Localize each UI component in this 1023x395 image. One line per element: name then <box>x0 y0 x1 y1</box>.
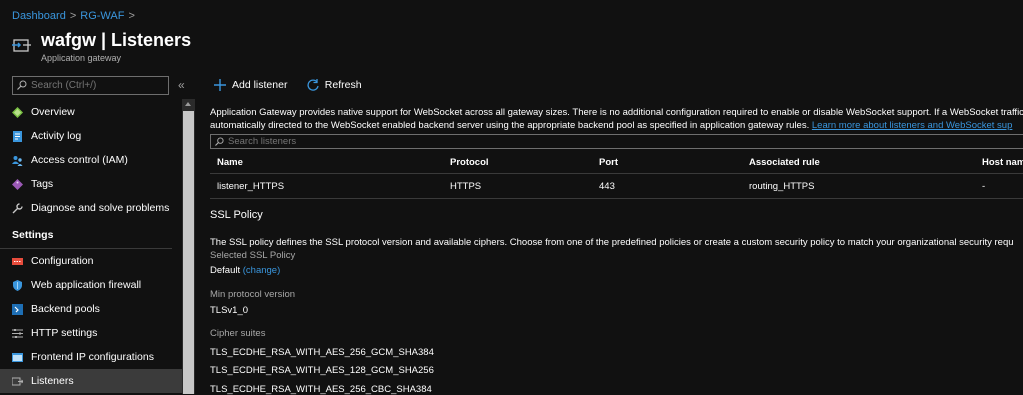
refresh-label: Refresh <box>324 79 362 91</box>
sidebar-scrollbar[interactable] <box>182 99 195 394</box>
sidebar-item-label: Frontend IP configurations <box>31 351 154 363</box>
settings-header: Settings <box>0 220 172 249</box>
backend-pools-icon <box>12 304 23 315</box>
iam-icon <box>12 156 23 166</box>
overview-icon <box>12 107 23 118</box>
cipher-suites-label: Cipher suites <box>210 328 266 339</box>
cell-host-name: - <box>975 173 1023 199</box>
scroll-thumb[interactable] <box>183 111 194 394</box>
sidebar-item-label: Diagnose and solve problems <box>31 202 170 214</box>
sidebar: « Overview Activity log Access control (… <box>0 73 196 394</box>
websocket-info-line-1: Application Gateway provides native supp… <box>210 107 1023 118</box>
page-title: wafgw | Listeners <box>41 30 192 50</box>
breadcrumb-dashboard[interactable]: Dashboard <box>12 10 66 22</box>
application-gateway-icon <box>12 39 31 52</box>
sidebar-item-label: Tags <box>31 178 54 190</box>
sidebar-item-label: Overview <box>31 106 75 118</box>
sidebar-item-waf[interactable]: Web application firewall <box>0 273 182 297</box>
sidebar-item-http-settings[interactable]: HTTP settings <box>0 321 182 345</box>
sidebar-item-label: Web application firewall <box>31 279 142 291</box>
breadcrumb: Dashboard > RG-WAF > <box>12 10 139 22</box>
sidebar-search[interactable] <box>12 76 169 95</box>
column-header-protocol[interactable]: Protocol <box>443 151 592 174</box>
breadcrumb-separator: > <box>128 10 135 22</box>
page-subtitle: Application gateway <box>41 53 122 63</box>
column-header-port[interactable]: Port <box>592 151 742 174</box>
selected-ssl-policy-value: Default (change) <box>210 265 280 276</box>
activity-log-icon <box>13 131 22 142</box>
sidebar-item-diagnose[interactable]: Diagnose and solve problems <box>0 196 182 220</box>
tag-icon <box>12 179 23 190</box>
sidebar-item-access-control[interactable]: Access control (IAM) <box>0 148 182 172</box>
min-protocol-label: Min protocol version <box>210 289 296 300</box>
refresh-button[interactable]: Refresh <box>303 77 362 93</box>
add-listener-label: Add listener <box>232 79 288 91</box>
table-header-row: Name Protocol Port Associated rule Host … <box>210 151 1023 174</box>
cipher-suite-item: TLS_ECDHE_RSA_WITH_AES_256_CBC_SHA384 <box>210 384 432 395</box>
sidebar-item-tags[interactable]: Tags <box>0 172 182 196</box>
sidebar-item-label: Access control (IAM) <box>31 154 128 166</box>
wrench-icon <box>12 203 23 214</box>
settings-list-icon <box>12 329 23 338</box>
sidebar-item-label: Listeners <box>31 375 74 387</box>
sidebar-item-frontend-ip[interactable]: Frontend IP configurations <box>0 345 182 369</box>
search-listeners[interactable] <box>210 134 1023 149</box>
plus-icon <box>214 79 226 91</box>
change-ssl-policy-link[interactable]: (change) <box>243 265 281 276</box>
cell-associated-rule: routing_HTTPS <box>742 173 975 199</box>
cell-protocol: HTTPS <box>443 173 592 199</box>
collapse-sidebar-icon[interactable]: « <box>178 78 185 92</box>
breadcrumb-rg-waf[interactable]: RG-WAF <box>80 10 124 22</box>
column-header-associated-rule[interactable]: Associated rule <box>742 151 975 174</box>
main-content: Add listener Refresh Application Gateway… <box>210 73 1023 395</box>
cell-port: 443 <box>592 173 742 199</box>
websocket-info-text: automatically directed to the WebSocket … <box>210 120 810 131</box>
shield-icon <box>13 280 22 291</box>
table-row[interactable]: listener_HTTPS HTTPS 443 routing_HTTPS - <box>210 173 1023 199</box>
sidebar-item-activity-log[interactable]: Activity log <box>0 124 182 148</box>
selected-ssl-policy-label: Selected SSL Policy <box>210 250 296 261</box>
listeners-icon <box>12 377 23 386</box>
sidebar-item-label: Activity log <box>31 130 82 142</box>
column-header-host-name[interactable]: Host nam <box>975 151 1023 174</box>
search-listeners-input[interactable] <box>228 135 528 147</box>
sidebar-nav: Overview Activity log Access control (IA… <box>0 100 182 393</box>
search-icon <box>215 137 224 146</box>
sidebar-item-label: Configuration <box>31 255 94 267</box>
learn-more-link[interactable]: Learn more about listeners and WebSocket… <box>812 120 1013 131</box>
sidebar-item-label: Backend pools <box>31 303 100 315</box>
ssl-policy-name: Default <box>210 265 241 276</box>
toolbar: Add listener Refresh <box>210 77 374 95</box>
ssl-policy-title: SSL Policy <box>210 209 263 221</box>
sidebar-item-label: HTTP settings <box>31 327 98 339</box>
frontend-ip-icon <box>12 353 23 362</box>
cipher-suite-item: TLS_ECDHE_RSA_WITH_AES_128_GCM_SHA256 <box>210 365 434 376</box>
sidebar-item-overview[interactable]: Overview <box>0 100 182 124</box>
sidebar-item-listeners[interactable]: Listeners <box>0 369 182 393</box>
ssl-policy-description: The SSL policy defines the SSL protocol … <box>210 237 1014 248</box>
sidebar-item-configuration[interactable]: Configuration <box>0 249 182 273</box>
websocket-info-line-2: automatically directed to the WebSocket … <box>210 119 1023 132</box>
cipher-suite-item: TLS_ECDHE_RSA_WITH_AES_256_GCM_SHA384 <box>210 347 434 358</box>
configuration-icon <box>12 258 23 265</box>
listeners-table: Name Protocol Port Associated rule Host … <box>210 151 1023 199</box>
refresh-icon <box>307 79 319 91</box>
add-listener-button[interactable]: Add listener <box>210 77 287 93</box>
min-protocol-value: TLSv1_0 <box>210 305 249 316</box>
cell-name: listener_HTTPS <box>210 173 443 199</box>
search-icon <box>17 80 27 90</box>
sidebar-item-backend-pools[interactable]: Backend pools <box>0 297 182 321</box>
scroll-up-icon[interactable] <box>185 102 191 106</box>
column-header-name[interactable]: Name <box>210 151 443 174</box>
websocket-info: Application Gateway provides native supp… <box>210 106 1023 132</box>
sidebar-search-input[interactable] <box>31 78 161 92</box>
breadcrumb-separator: > <box>69 10 77 22</box>
